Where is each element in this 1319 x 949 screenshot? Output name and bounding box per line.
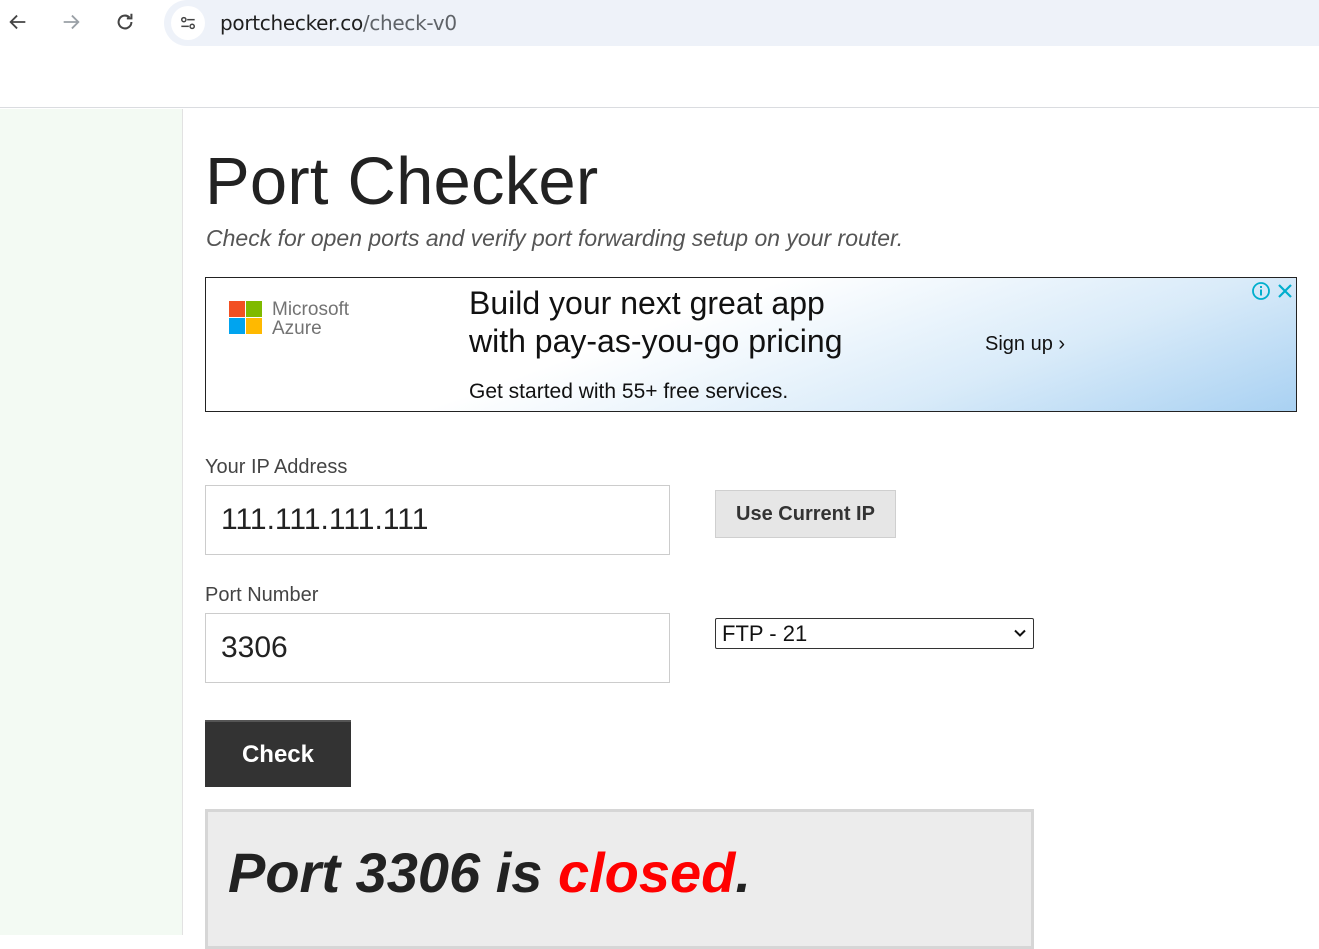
result-message: Port 3306 is closed. xyxy=(228,840,751,905)
arrow-left-icon xyxy=(9,14,26,30)
port-label: Port Number xyxy=(205,584,319,606)
forward-button[interactable] xyxy=(55,6,87,38)
logo-square-red xyxy=(229,301,245,317)
page-title: Port Checker xyxy=(205,144,599,219)
url-path: /check-v0 xyxy=(362,11,457,35)
ip-input[interactable] xyxy=(205,485,670,555)
ip-label: Your IP Address xyxy=(205,456,348,478)
page-subtitle: Check for open ports and verify port for… xyxy=(206,225,904,251)
ad-brand: Microsoft Azure xyxy=(272,300,349,338)
ad-info-icon[interactable] xyxy=(1251,281,1271,301)
port-preset-selected: FTP - 21 xyxy=(722,620,808,646)
ad-headline: Build your next great app with pay-as-yo… xyxy=(469,284,843,360)
microsoft-logo-icon xyxy=(229,301,262,334)
logo-square-yellow xyxy=(246,318,262,334)
ad-banner[interactable]: Microsoft Azure Build your next great ap… xyxy=(205,277,1297,412)
logo-square-green xyxy=(246,301,262,317)
chevron-down-icon xyxy=(1014,629,1026,637)
address-bar[interactable]: portchecker.co/check-v0 xyxy=(164,0,1319,46)
site-settings-button[interactable] xyxy=(171,6,205,40)
ad-signup-link[interactable]: Sign up › xyxy=(985,333,1065,356)
result-prefix: Port 3306 is xyxy=(228,841,558,904)
ad-brand-line2: Azure xyxy=(272,318,322,339)
tune-icon xyxy=(181,16,195,30)
left-sidebar xyxy=(0,109,183,935)
result-suffix: . xyxy=(735,841,751,904)
arrow-right-icon xyxy=(63,14,80,30)
url-text: portchecker.co/check-v0 xyxy=(220,11,457,35)
back-button[interactable] xyxy=(2,6,34,38)
check-button[interactable]: Check xyxy=(205,720,351,787)
ad-subtext: Get started with 55+ free services. xyxy=(469,380,789,403)
port-input[interactable] xyxy=(205,613,670,683)
ad-headline-line2: with pay-as-you-go pricing xyxy=(469,323,843,359)
result-panel: Port 3306 is closed. xyxy=(205,809,1034,949)
browser-toolbar: portchecker.co/check-v0 xyxy=(0,0,1319,108)
ad-brand-line1: Microsoft xyxy=(272,299,350,320)
reload-button[interactable] xyxy=(109,6,141,38)
use-current-ip-button[interactable]: Use Current IP xyxy=(715,490,896,538)
url-host: portchecker.co xyxy=(220,11,363,35)
ad-headline-line1: Build your next great app xyxy=(469,285,825,321)
result-status: closed xyxy=(557,841,736,904)
ad-close-icon[interactable] xyxy=(1275,281,1295,301)
reload-icon xyxy=(117,13,133,30)
port-preset-select[interactable]: FTP - 21 xyxy=(715,618,1034,649)
logo-square-blue xyxy=(229,318,245,334)
